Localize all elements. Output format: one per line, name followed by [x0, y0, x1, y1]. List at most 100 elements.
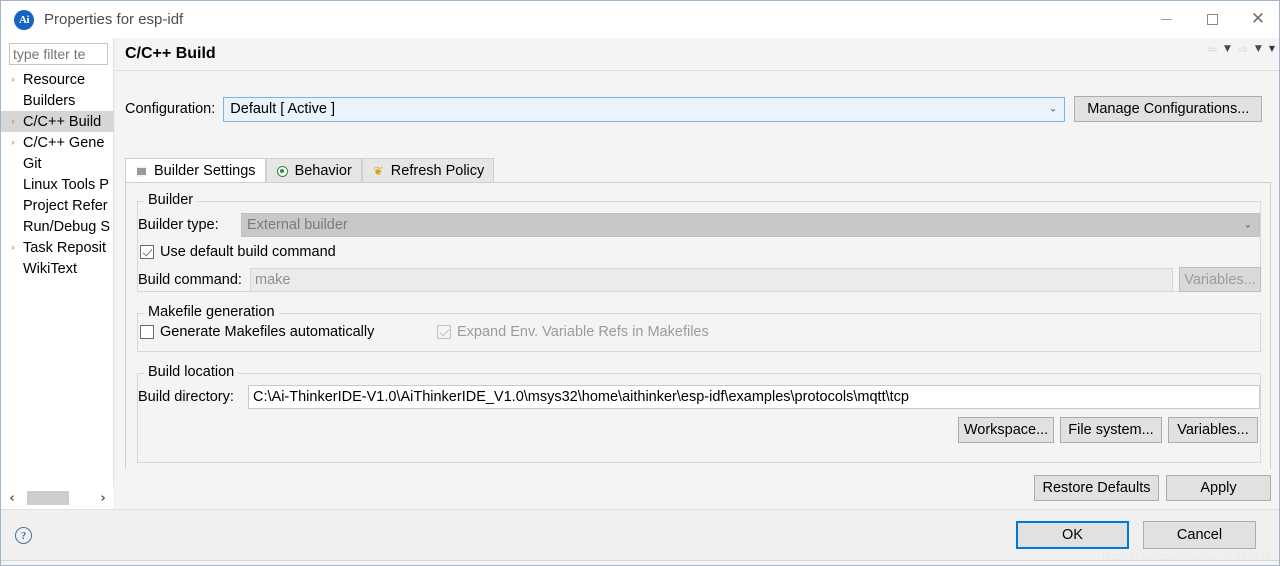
- back-menu-icon[interactable]: ▼: [1224, 44, 1231, 54]
- radio-icon: [276, 165, 289, 178]
- page-button-bar: Restore Defaults Apply: [115, 469, 1279, 509]
- build-directory-row: Build directory: C:\Ai-ThinkerIDE-V1.0\A…: [138, 385, 1262, 409]
- use-default-build-command-checkbox[interactable]: [140, 245, 154, 259]
- tree-item-linux-tools-path[interactable]: Linux Tools P: [1, 174, 114, 195]
- builder-type-label: Builder type:: [138, 217, 219, 233]
- tab-behavior[interactable]: Behavior: [265, 158, 362, 183]
- expand-env-refs-row: Expand Env. Variable Refs in Makefiles: [437, 324, 709, 340]
- maximize-icon[interactable]: [1189, 1, 1235, 38]
- dialog-button-bar: ? OK Cancel https://blog.csdn.net/qq_379…: [1, 509, 1279, 565]
- title-separator: [115, 70, 1279, 71]
- scroll-right-icon[interactable]: ›: [92, 487, 114, 509]
- configuration-value: Default [ Active ]: [230, 101, 336, 117]
- build-command-row: Build command: make Variables...: [138, 267, 1262, 292]
- chevron-down-icon[interactable]: ⌄: [1049, 104, 1057, 115]
- use-default-build-command-label: Use default build command: [160, 244, 336, 260]
- help-icon[interactable]: ?: [15, 527, 32, 544]
- refresh-icon: ❦: [373, 164, 384, 178]
- tree-item-wikitext[interactable]: WikiText: [1, 258, 114, 279]
- restore-defaults-button[interactable]: Restore Defaults: [1034, 475, 1159, 501]
- tab-strip: Builder Settings Behavior ❦ Refresh Poli…: [125, 158, 1271, 183]
- tree-item-label: WikiText: [23, 260, 77, 277]
- app-logo-icon: Ai: [14, 9, 34, 30]
- build-location-group-title: Build location: [144, 364, 239, 380]
- build-command-variables-button: Variables...: [1179, 267, 1261, 292]
- tree-item-label: Linux Tools P: [23, 176, 109, 193]
- settings-page: C/C++ Build ⇦ ▼ ⇨ ▼ ▼ Configuration: Def…: [115, 38, 1279, 509]
- scrollbar-thumb[interactable]: [27, 491, 69, 505]
- chevron-right-icon[interactable]: ›: [11, 137, 15, 148]
- builder-type-row: Builder type: External builder ⌄: [138, 213, 1262, 237]
- chevron-right-icon[interactable]: ›: [11, 242, 15, 253]
- tree-item-task-repository[interactable]: › Task Reposit: [1, 237, 114, 258]
- apply-button[interactable]: Apply: [1166, 475, 1271, 501]
- tree-item-label: Resource: [23, 71, 86, 88]
- tree-item-cpp-build[interactable]: › C/C++ Build: [1, 111, 114, 132]
- generate-makefiles-row[interactable]: Generate Makefiles automatically: [140, 324, 374, 340]
- file-system-button[interactable]: File system...: [1060, 417, 1162, 443]
- builder-type-combobox: External builder ⌄: [241, 213, 1260, 237]
- tab-label: Behavior: [294, 163, 352, 179]
- workspace-button[interactable]: Workspace...: [958, 417, 1054, 443]
- tab-refresh-policy[interactable]: ❦ Refresh Policy: [361, 158, 495, 183]
- settings-tree: › Resource Builders › C/C++ Build › C/C+…: [1, 69, 114, 279]
- list-icon: [135, 165, 148, 178]
- tree-item-label: Run/Debug S: [23, 218, 111, 235]
- forward-arrow-icon[interactable]: ⇨: [1238, 43, 1248, 55]
- configuration-label: Configuration:: [125, 101, 216, 117]
- page-title: C/C++ Build: [125, 45, 216, 62]
- builder-group-title: Builder: [144, 192, 198, 208]
- title-bar: Ai Properties for esp-idf ✕: [1, 1, 1279, 38]
- view-menu-icon[interactable]: ▼: [1269, 45, 1275, 53]
- expand-env-refs-label: Expand Env. Variable Refs in Makefiles: [457, 324, 709, 340]
- forward-menu-icon[interactable]: ▼: [1255, 44, 1262, 54]
- chevron-right-icon[interactable]: ›: [11, 74, 15, 85]
- build-directory-input[interactable]: C:\Ai-ThinkerIDE-V1.0\AiThinkerIDE_V1.0\…: [248, 385, 1260, 409]
- tree-item-builders[interactable]: Builders: [1, 90, 114, 111]
- build-location-buttons: Workspace... File system... Variables...: [958, 417, 1258, 443]
- manage-configurations-button[interactable]: Manage Configurations...: [1074, 96, 1263, 122]
- settings-tree-panel: type filter te › Resource Builders › C/C…: [1, 38, 114, 509]
- use-default-build-command-row[interactable]: Use default build command: [140, 244, 336, 260]
- minimize-icon[interactable]: [1143, 1, 1189, 38]
- generate-makefiles-checkbox[interactable]: [140, 325, 154, 339]
- scroll-left-icon[interactable]: ‹: [1, 487, 23, 509]
- build-command-input: make: [250, 267, 1173, 292]
- tree-item-label: Project Refer: [23, 197, 108, 214]
- tree-item-project-references[interactable]: Project Refer: [1, 195, 114, 216]
- tree-item-label: Task Reposit: [23, 239, 107, 256]
- builder-type-value: External builder: [247, 217, 348, 233]
- chevron-right-icon[interactable]: ›: [11, 116, 15, 127]
- configuration-row: Configuration: Default [ Active ] ⌄ Mana…: [125, 96, 1279, 122]
- configuration-combobox[interactable]: Default [ Active ] ⌄: [223, 96, 1066, 122]
- cancel-button[interactable]: Cancel: [1143, 521, 1256, 549]
- close-icon[interactable]: ✕: [1235, 1, 1279, 38]
- makefile-generation-group-title: Makefile generation: [144, 304, 279, 320]
- tree-item-label: Builders: [23, 92, 76, 109]
- expand-env-refs-checkbox: [437, 325, 451, 339]
- build-location-variables-button[interactable]: Variables...: [1168, 417, 1258, 443]
- tree-horizontal-scrollbar[interactable]: ‹ ›: [1, 487, 114, 509]
- tree-item-label: Git: [23, 155, 42, 172]
- builder-group: Builder Builder type: External builder ⌄…: [137, 192, 1262, 292]
- filter-input[interactable]: type filter te: [9, 43, 108, 65]
- tree-item-label: C/C++ Gene: [23, 134, 105, 151]
- tab-label: Builder Settings: [154, 163, 256, 179]
- tree-item-run-debug-settings[interactable]: Run/Debug S: [1, 216, 114, 237]
- tree-item-git[interactable]: Git: [1, 153, 114, 174]
- properties-dialog: Ai Properties for esp-idf ✕ type filter …: [0, 0, 1280, 566]
- back-arrow-icon[interactable]: ⇦: [1207, 43, 1217, 55]
- tree-item-label: C/C++ Build: [23, 113, 102, 130]
- tree-item-resource[interactable]: › Resource: [1, 69, 114, 90]
- build-directory-label: Build directory:: [138, 389, 234, 405]
- window-controls: ✕: [1143, 1, 1279, 38]
- bottom-window-bleed: [1, 560, 1279, 565]
- tab-builder-settings[interactable]: Builder Settings: [125, 158, 266, 183]
- ok-button[interactable]: OK: [1016, 521, 1129, 549]
- window-title: Properties for esp-idf: [44, 11, 184, 28]
- builder-settings-panel: Builder Builder type: External builder ⌄…: [125, 182, 1271, 478]
- page-nav-toolbar: ⇦ ▼ ⇨ ▼ ▼: [1207, 43, 1275, 55]
- build-command-label: Build command:: [138, 271, 242, 288]
- tree-item-cpp-general[interactable]: › C/C++ Gene: [1, 132, 114, 153]
- generate-makefiles-label: Generate Makefiles automatically: [160, 324, 375, 340]
